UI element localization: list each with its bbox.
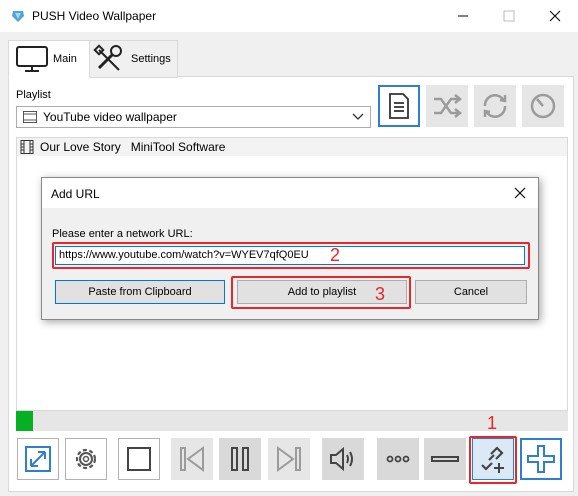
minimize-icon (458, 15, 468, 17)
maximize-button[interactable] (486, 0, 532, 32)
fullscreen-button[interactable] (17, 438, 59, 480)
step-2-highlight (52, 242, 530, 269)
playlist-selected-value: YouTube video wallpaper (43, 110, 177, 124)
list-item-label: Our Love Story MiniTool Software (40, 140, 226, 154)
gear-icon (75, 448, 97, 470)
step-3-number: 3 (375, 284, 386, 304)
chevron-down-icon (352, 113, 364, 120)
playlist-dropdown[interactable]: YouTube video wallpaper (16, 106, 371, 128)
playlist-document-icon (389, 93, 409, 119)
add-icon (527, 445, 555, 473)
pause-icon (231, 447, 249, 471)
stop-button[interactable] (118, 438, 160, 480)
monitor-icon (16, 46, 48, 72)
volume-icon (330, 446, 353, 472)
tab-main[interactable]: Main (8, 40, 90, 78)
step-2-number: 2 (330, 245, 341, 265)
dialog-title: Add URL (51, 187, 100, 201)
stop-icon (127, 447, 151, 471)
dialog-close-button[interactable] (502, 178, 538, 208)
shuffle-button[interactable] (426, 85, 468, 127)
playlist-icon (23, 111, 37, 123)
repeat-icon (483, 94, 507, 118)
more-icon (386, 455, 410, 463)
add-button[interactable] (520, 438, 562, 480)
list-item[interactable]: Our Love Story MiniTool Software (17, 138, 567, 156)
timer-icon (530, 93, 556, 119)
repeat-button[interactable] (474, 85, 516, 127)
cancel-button[interactable]: Cancel (415, 280, 527, 304)
close-icon (514, 187, 526, 199)
paste-from-clipboard-button[interactable]: Paste from Clipboard (55, 280, 225, 304)
step-1-highlight (469, 436, 517, 484)
tab-settings-label: Settings (131, 53, 171, 65)
settings-button[interactable] (65, 438, 107, 480)
more-button[interactable] (377, 438, 419, 480)
add-url-dialog: Add URL Please enter a network URL: http… (41, 177, 539, 320)
tab-main-label: Main (53, 53, 77, 65)
previous-icon (180, 446, 204, 472)
maximize-icon (503, 10, 515, 22)
window-title: PUSH Video Wallpaper (32, 9, 157, 23)
playlist-editor-button[interactable] (378, 85, 420, 127)
remove-icon (431, 456, 459, 462)
close-button[interactable] (532, 0, 578, 32)
url-prompt-label: Please enter a network URL: (52, 228, 193, 240)
next-button[interactable] (268, 438, 310, 480)
tools-icon (93, 44, 122, 71)
timer-button[interactable] (522, 85, 564, 127)
step-1-number: 1 (487, 413, 498, 433)
shuffle-icon (434, 94, 462, 118)
next-icon (277, 446, 301, 472)
playlist-label: Playlist (16, 89, 51, 101)
dialog-title-bar (42, 178, 538, 208)
remove-button[interactable] (424, 438, 466, 480)
progress-fill (16, 411, 33, 431)
pause-button[interactable] (219, 438, 261, 480)
minimize-button[interactable] (440, 0, 486, 32)
fullscreen-icon (25, 446, 51, 472)
progress-bar[interactable] (16, 411, 568, 431)
tab-settings[interactable]: Settings (88, 40, 178, 78)
app-logo-icon (12, 11, 24, 22)
close-icon (549, 10, 561, 22)
film-icon (20, 140, 34, 154)
previous-button[interactable] (171, 438, 213, 480)
volume-button[interactable] (322, 438, 364, 480)
